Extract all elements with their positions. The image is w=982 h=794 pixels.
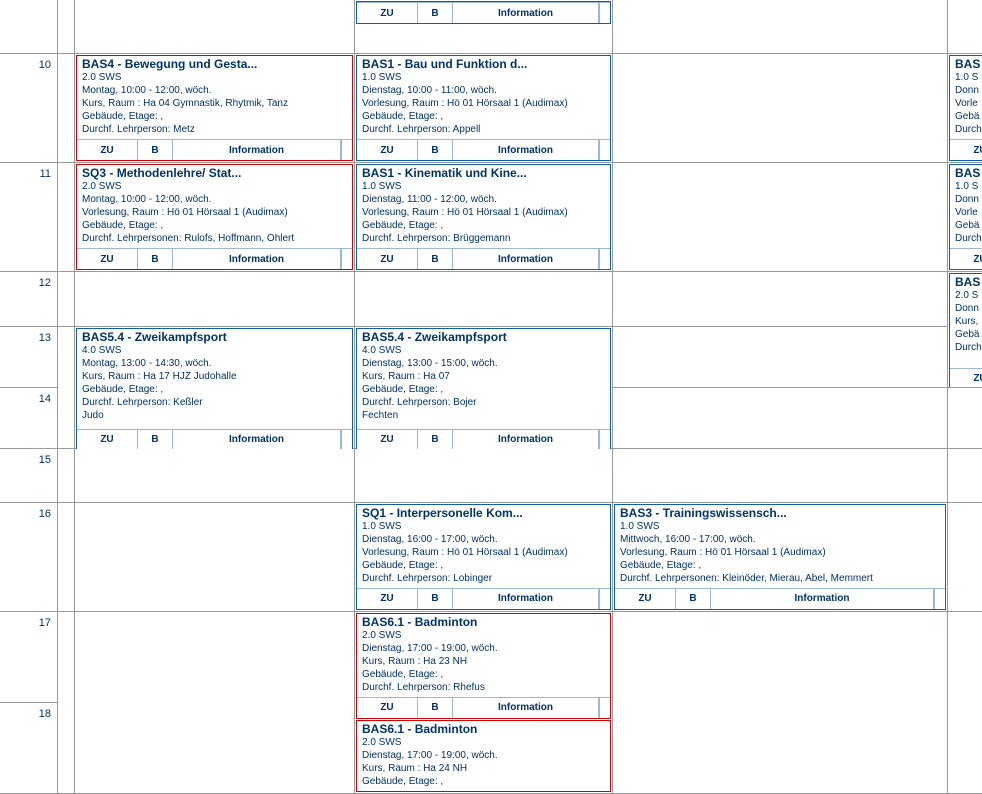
- info-button[interactable]: Information: [453, 140, 599, 160]
- time-label: 15: [0, 449, 58, 503]
- schedule-grid: ZU B Information 10 BAS4 - Bewegung und …: [0, 0, 982, 794]
- zu-button[interactable]: ZU: [357, 3, 418, 23]
- course-card: BAS5.4 - Zweikampfsport 4.0 SWS Dienstag…: [355, 327, 613, 449]
- zu-button[interactable]: ZU: [950, 369, 982, 388]
- course-card: ZU B Information: [355, 0, 613, 54]
- course-card: BAS6.1 - Badminton 2.0 SWS Dienstag, 17:…: [355, 612, 613, 794]
- time-label: 18: [0, 703, 58, 794]
- zu-button[interactable]: ZU: [950, 140, 982, 160]
- time-label: 12: [0, 272, 58, 327]
- zu-button[interactable]: ZU: [615, 589, 676, 609]
- time-label: 10: [0, 54, 58, 163]
- zu-button[interactable]: ZU: [357, 430, 418, 450]
- info-button[interactable]: Information: [173, 249, 341, 269]
- time-label: 14: [0, 388, 58, 449]
- course-card: BAS1 - Bau und Funktion d... 1.0 SWS Die…: [355, 54, 613, 163]
- b-button[interactable]: B: [138, 140, 173, 160]
- course-code: BAS1: [362, 57, 394, 71]
- zu-button[interactable]: ZU: [77, 140, 138, 160]
- b-button[interactable]: B: [418, 430, 453, 450]
- course-card: SQ1 - Interpersonelle Kom... 1.0 SWS Die…: [355, 503, 613, 612]
- zu-button[interactable]: ZU: [950, 249, 982, 269]
- b-button[interactable]: B: [418, 698, 453, 718]
- zu-button[interactable]: ZU: [357, 698, 418, 718]
- b-button[interactable]: B: [418, 249, 453, 269]
- course-card: BAS3 - Trainingswissensch... 1.0 SWS Mit…: [613, 503, 948, 612]
- zu-button[interactable]: ZU: [357, 249, 418, 269]
- zu-button[interactable]: ZU: [77, 430, 138, 450]
- course-card: BAS1 - Kinematik und Kine... 1.0 SWS Die…: [355, 163, 613, 272]
- course-title: Bau und Funktion d...: [405, 57, 528, 71]
- zu-button[interactable]: ZU: [77, 249, 138, 269]
- course-title: Bewegung und Gesta...: [125, 57, 258, 71]
- info-button[interactable]: Information: [453, 249, 599, 269]
- time-label: 13: [0, 327, 58, 388]
- course-code: BAS4: [82, 57, 114, 71]
- b-button[interactable]: B: [418, 3, 453, 23]
- b-button[interactable]: B: [138, 430, 173, 450]
- course-building: Gebäude, Etage: ,: [82, 110, 348, 123]
- course-card: BAS 1.0 S Donn Vorle Gebä Durch ZU: [948, 163, 982, 272]
- course-time: Montag, 10:00 - 12:00, wöch.: [82, 84, 348, 97]
- b-button[interactable]: B: [418, 589, 453, 609]
- time-label: 16: [0, 503, 58, 612]
- b-button[interactable]: B: [138, 249, 173, 269]
- course-card: BAS 1.0 S Donn Vorle Gebä Durch ZU: [948, 54, 982, 163]
- time-label: 17: [0, 612, 58, 703]
- zu-button[interactable]: ZU: [357, 140, 418, 160]
- course-card: BAS5.4 - Zweikampfsport 4.0 SWS Montag, …: [75, 327, 355, 449]
- zu-button[interactable]: ZU: [357, 589, 418, 609]
- course-lecturer: Durchf. Lehrperson: Metz: [82, 123, 348, 136]
- b-button[interactable]: B: [418, 140, 453, 160]
- info-button[interactable]: Information: [453, 698, 599, 718]
- info-button[interactable]: Information: [711, 589, 934, 609]
- course-card: SQ3 - Methodenlehre/ Stat... 2.0 SWS Mon…: [75, 163, 355, 272]
- course-card: BAS 2.0 S Donn Kurs, Gebä Durch ZU: [948, 272, 982, 388]
- time-label: 11: [0, 163, 58, 272]
- info-button[interactable]: Information: [453, 3, 599, 23]
- info-button[interactable]: Information: [453, 430, 599, 450]
- course-room: Kurs, Raum : Ha 04 Gymnastik, Rhytmik, T…: [82, 97, 348, 110]
- info-button[interactable]: Information: [173, 140, 341, 160]
- b-button[interactable]: B: [676, 589, 711, 609]
- course-card: BAS4 - Bewegung und Gesta... 2.0 SWS Mon…: [75, 54, 355, 163]
- info-button[interactable]: Information: [173, 430, 341, 450]
- info-button[interactable]: Information: [453, 589, 599, 609]
- time-label: [0, 0, 58, 54]
- course-sws: 2.0 SWS: [82, 71, 348, 84]
